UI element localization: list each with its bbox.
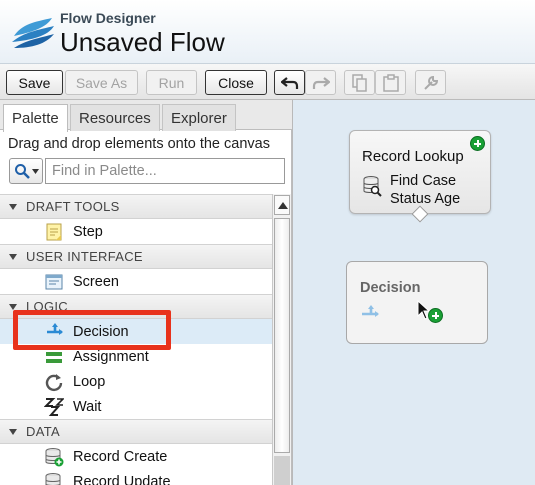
tab-palette[interactable]: Palette [3, 104, 68, 132]
palette-item-label: Record Update [73, 473, 171, 485]
scroll-up-button[interactable] [274, 195, 290, 215]
undo-icon [280, 76, 298, 89]
palette-item-label: Record Create [73, 448, 168, 465]
palette-item-step[interactable]: Step [0, 219, 272, 244]
collapse-caret-icon [9, 429, 17, 435]
highlight-box [13, 310, 171, 350]
palette-item-screen[interactable]: Screen [0, 269, 272, 294]
tab-explorer[interactable]: Explorer [162, 104, 236, 131]
panel-tabs: Palette Resources Explorer [0, 100, 292, 132]
chevron-down-icon [31, 168, 39, 174]
paste-icon [382, 73, 399, 92]
collapse-caret-icon [9, 254, 17, 260]
flow-designer-logo-icon [12, 18, 54, 48]
palette-item-loop[interactable]: Loop [0, 369, 272, 394]
section-title: USER INTERFACE [26, 249, 143, 264]
search-input[interactable] [45, 158, 285, 184]
wait-icon [44, 398, 64, 416]
undo-button[interactable] [274, 70, 305, 95]
loop-icon [45, 374, 63, 392]
palette-panel: Palette Resources Explorer Drag and drop… [0, 100, 292, 485]
save-as-button[interactable]: Save As [65, 70, 138, 95]
flow-title: Unsaved Flow [60, 27, 225, 57]
record-update-icon [45, 473, 61, 485]
record-lookup-icon [363, 176, 382, 197]
palette-item-record-create[interactable]: Record Create [0, 444, 272, 469]
add-badge-icon [428, 308, 443, 323]
search-options-button[interactable] [9, 158, 43, 184]
section-draft-tools[interactable]: DRAFT TOOLS [0, 194, 272, 219]
assignment-icon [46, 352, 62, 363]
add-connector-icon[interactable] [470, 136, 485, 151]
paste-button[interactable] [375, 70, 406, 95]
palette-item-label: Assignment [73, 348, 149, 365]
app-name: Flow Designer [60, 10, 156, 26]
section-title: DATA [26, 424, 60, 439]
palette-item-label: Screen [73, 273, 119, 290]
collapse-caret-icon [9, 204, 17, 210]
palette-scrollbar[interactable] [272, 194, 291, 485]
copy-button[interactable] [344, 70, 375, 95]
screen-icon [45, 274, 63, 290]
scroll-track-bottom[interactable] [274, 456, 290, 485]
record-lookup-node[interactable]: Record Lookup Find Case Status Age [349, 130, 491, 214]
section-data[interactable]: DATA [0, 419, 272, 444]
palette-item-wait[interactable]: Wait [0, 394, 272, 419]
tab-resources[interactable]: Resources [70, 104, 160, 131]
search-icon [14, 164, 30, 179]
save-button[interactable]: Save [6, 70, 63, 95]
toolbar: Save Save As Run Close [0, 64, 535, 100]
node-name-label: Find Case Status Age [390, 173, 461, 207]
copy-icon [351, 73, 367, 92]
decision-icon [362, 305, 379, 317]
section-title: DRAFT TOOLS [26, 199, 120, 214]
decision-node-dragging[interactable]: Decision [346, 261, 488, 344]
app-header: Flow Designer Unsaved Flow [0, 0, 535, 64]
palette-item-label: Wait [73, 398, 102, 415]
node-type-label: Decision [360, 280, 421, 296]
flow-canvas[interactable]: Record Lookup Find Case Status Age Decis… [292, 100, 535, 485]
redo-button[interactable] [305, 70, 336, 95]
palette-item-label: Loop [73, 373, 106, 390]
section-user-interface[interactable]: USER INTERFACE [0, 244, 272, 269]
run-button[interactable]: Run [146, 70, 197, 95]
palette-item-label: Step [73, 223, 103, 240]
palette-hint: Drag and drop elements onto the canvas [8, 136, 270, 152]
close-button[interactable]: Close [205, 70, 267, 95]
palette-search [9, 158, 285, 184]
properties-button[interactable] [415, 70, 446, 95]
wrench-icon [423, 75, 438, 90]
scroll-thumb[interactable] [274, 218, 290, 453]
node-type-label: Record Lookup [362, 148, 464, 165]
step-icon [46, 223, 62, 241]
record-create-icon [45, 448, 64, 467]
palette-item-record-update[interactable]: Record Update [0, 469, 272, 485]
redo-icon [312, 76, 330, 89]
